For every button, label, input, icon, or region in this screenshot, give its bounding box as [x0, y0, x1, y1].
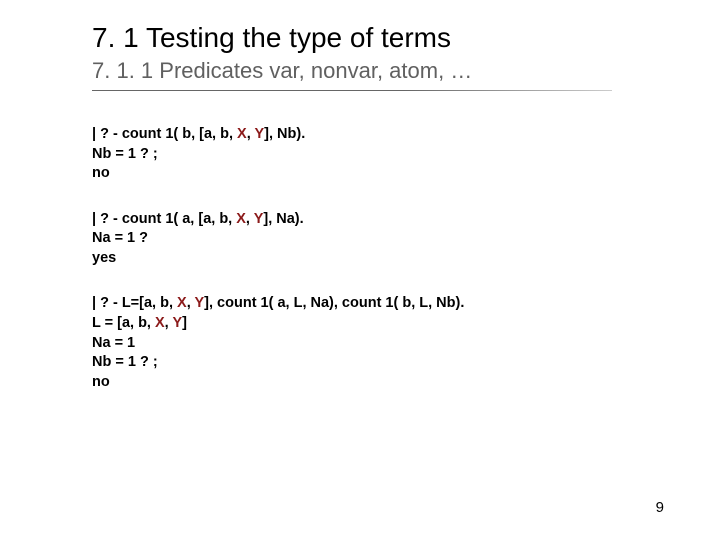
result-line: no — [92, 373, 720, 393]
result-line: Nb = 1 ? ; — [92, 353, 720, 373]
result-line: Na = 1 ? — [92, 229, 720, 249]
slide-subtitle: 7. 1. 1 Predicates var, nonvar, atom, … — [92, 58, 720, 84]
slide-title: 7. 1 Testing the type of terms — [92, 22, 720, 54]
code-block-2: | ? - count 1( a, [a, b, X, Y], Na). Na … — [92, 210, 720, 269]
query-line: | ? - count 1( b, [a, b, X, Y], Nb). — [92, 125, 720, 145]
divider-line — [92, 90, 612, 91]
query-line: | ? - count 1( a, [a, b, X, Y], Na). — [92, 210, 720, 230]
result-line: Na = 1 — [92, 334, 720, 354]
result-line: Nb = 1 ? ; — [92, 145, 720, 165]
result-line: L = [a, b, X, Y] — [92, 314, 720, 334]
result-line: yes — [92, 249, 720, 269]
code-block-1: | ? - count 1( b, [a, b, X, Y], Nb). Nb … — [92, 125, 720, 184]
code-block-3: | ? - L=[a, b, X, Y], count 1( a, L, Na)… — [92, 294, 720, 392]
page-number: 9 — [656, 499, 664, 516]
query-line: | ? - L=[a, b, X, Y], count 1( a, L, Na)… — [92, 294, 720, 314]
result-line: no — [92, 164, 720, 184]
